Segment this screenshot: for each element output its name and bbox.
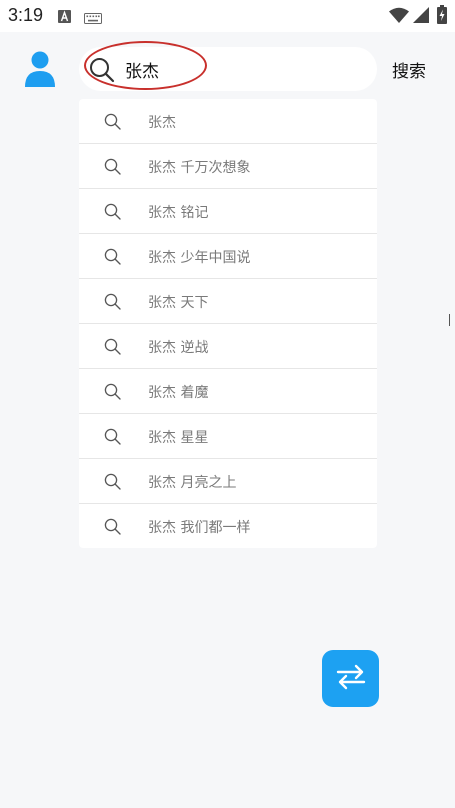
search-icon — [104, 473, 121, 494]
battery-icon — [437, 5, 447, 28]
suggestion-item[interactable]: 张杰 千万次想象 — [79, 144, 377, 189]
suggestion-label: 张杰 着魔 — [148, 385, 209, 401]
status-time: 3:19 — [8, 5, 44, 25]
search-bar[interactable] — [79, 47, 377, 91]
swap-button[interactable] — [322, 650, 379, 707]
suggestion-label: 张杰 天下 — [148, 295, 209, 311]
swap-arrows-icon — [335, 663, 367, 695]
suggestion-item[interactable]: 张杰 少年中国说 — [79, 234, 377, 279]
suggestion-item[interactable]: 张杰 — [79, 99, 377, 144]
search-icon — [104, 158, 121, 179]
edge-handle — [449, 314, 453, 326]
search-button[interactable]: 搜索 — [392, 57, 426, 82]
suggestion-label: 张杰 逆战 — [148, 340, 209, 356]
search-icon — [104, 248, 121, 269]
suggestion-item[interactable]: 张杰 月亮之上 — [79, 459, 377, 504]
suggestion-label: 张杰 星星 — [148, 430, 209, 446]
search-icon — [104, 203, 121, 224]
user-avatar-icon[interactable] — [24, 50, 56, 88]
keyboard-icon — [84, 9, 102, 28]
suggestion-label: 张杰 月亮之上 — [148, 475, 237, 491]
suggestion-list: 张杰 张杰 千万次想象 张杰 铭记 张杰 少年中国说 张杰 天下 张杰 逆战 张… — [79, 99, 377, 548]
suggestion-label: 张杰 千万次想象 — [148, 160, 251, 176]
suggestion-item[interactable]: 张杰 天下 — [79, 279, 377, 324]
suggestion-label: 张杰 少年中国说 — [148, 250, 251, 266]
signal-icon — [413, 7, 429, 27]
search-icon — [89, 57, 115, 87]
search-icon — [104, 383, 121, 404]
suggestion-item[interactable]: 张杰 逆战 — [79, 324, 377, 369]
status-bar: 3:19 — [0, 0, 455, 32]
search-icon — [104, 428, 121, 449]
search-icon — [104, 113, 121, 134]
search-icon — [104, 338, 121, 359]
suggestion-label: 张杰 — [148, 115, 176, 131]
suggestion-label: 张杰 铭记 — [148, 205, 209, 221]
search-icon — [104, 293, 121, 314]
suggestion-item[interactable]: 张杰 着魔 — [79, 369, 377, 414]
suggestion-label: 张杰 我们都一样 — [148, 520, 251, 536]
search-icon — [104, 518, 121, 539]
app-a-icon — [58, 8, 71, 27]
suggestion-item[interactable]: 张杰 星星 — [79, 414, 377, 459]
suggestion-item[interactable]: 张杰 铭记 — [79, 189, 377, 234]
search-input[interactable] — [125, 56, 355, 82]
wifi-icon — [389, 7, 409, 27]
suggestion-item[interactable]: 张杰 我们都一样 — [79, 504, 377, 548]
